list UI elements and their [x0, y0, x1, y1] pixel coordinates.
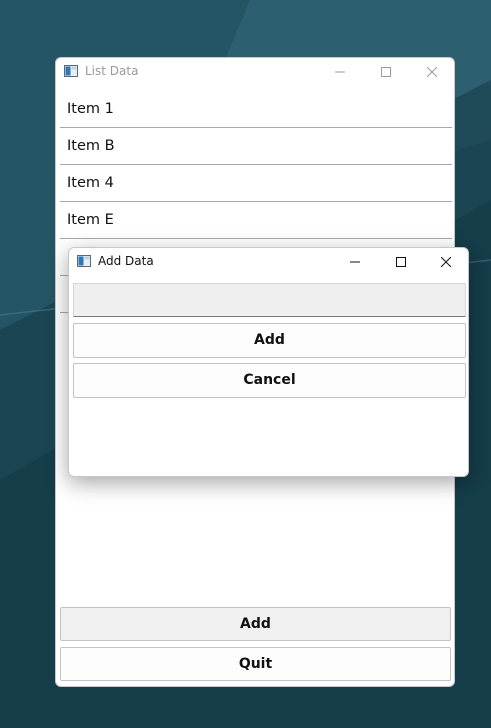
- close-icon: [441, 257, 451, 267]
- add-button[interactable]: Add: [60, 607, 451, 641]
- dialog-cancel-button[interactable]: Cancel: [73, 363, 466, 398]
- close-button[interactable]: [410, 58, 454, 86]
- maximize-icon: [396, 257, 406, 267]
- quit-button[interactable]: Quit: [60, 647, 451, 681]
- app-window-icon: [77, 255, 91, 267]
- dialog-add-button[interactable]: Add: [73, 323, 466, 358]
- window-title: List Data: [85, 64, 139, 78]
- title-bar[interactable]: List Data: [56, 58, 454, 86]
- list-item[interactable]: Item 1: [60, 91, 452, 128]
- minimize-icon: [335, 71, 345, 73]
- dialog-title: Add Data: [98, 254, 154, 268]
- maximize-button[interactable]: [364, 58, 408, 86]
- maximize-button[interactable]: [379, 248, 423, 276]
- close-icon: [427, 67, 437, 77]
- minimize-button[interactable]: [318, 58, 362, 86]
- minimize-button[interactable]: [333, 248, 377, 276]
- dialog-title-bar[interactable]: Add Data: [69, 248, 468, 276]
- app-window-icon: [64, 65, 78, 77]
- list-item[interactable]: Item 4: [60, 165, 452, 202]
- data-input[interactable]: [73, 283, 466, 317]
- maximize-icon: [381, 67, 391, 77]
- list-item[interactable]: Item B: [60, 128, 452, 165]
- add-data-dialog: Add Data Add Cancel: [68, 247, 469, 477]
- minimize-icon: [350, 261, 360, 263]
- list-item[interactable]: Item E: [60, 202, 452, 239]
- close-button[interactable]: [424, 248, 468, 276]
